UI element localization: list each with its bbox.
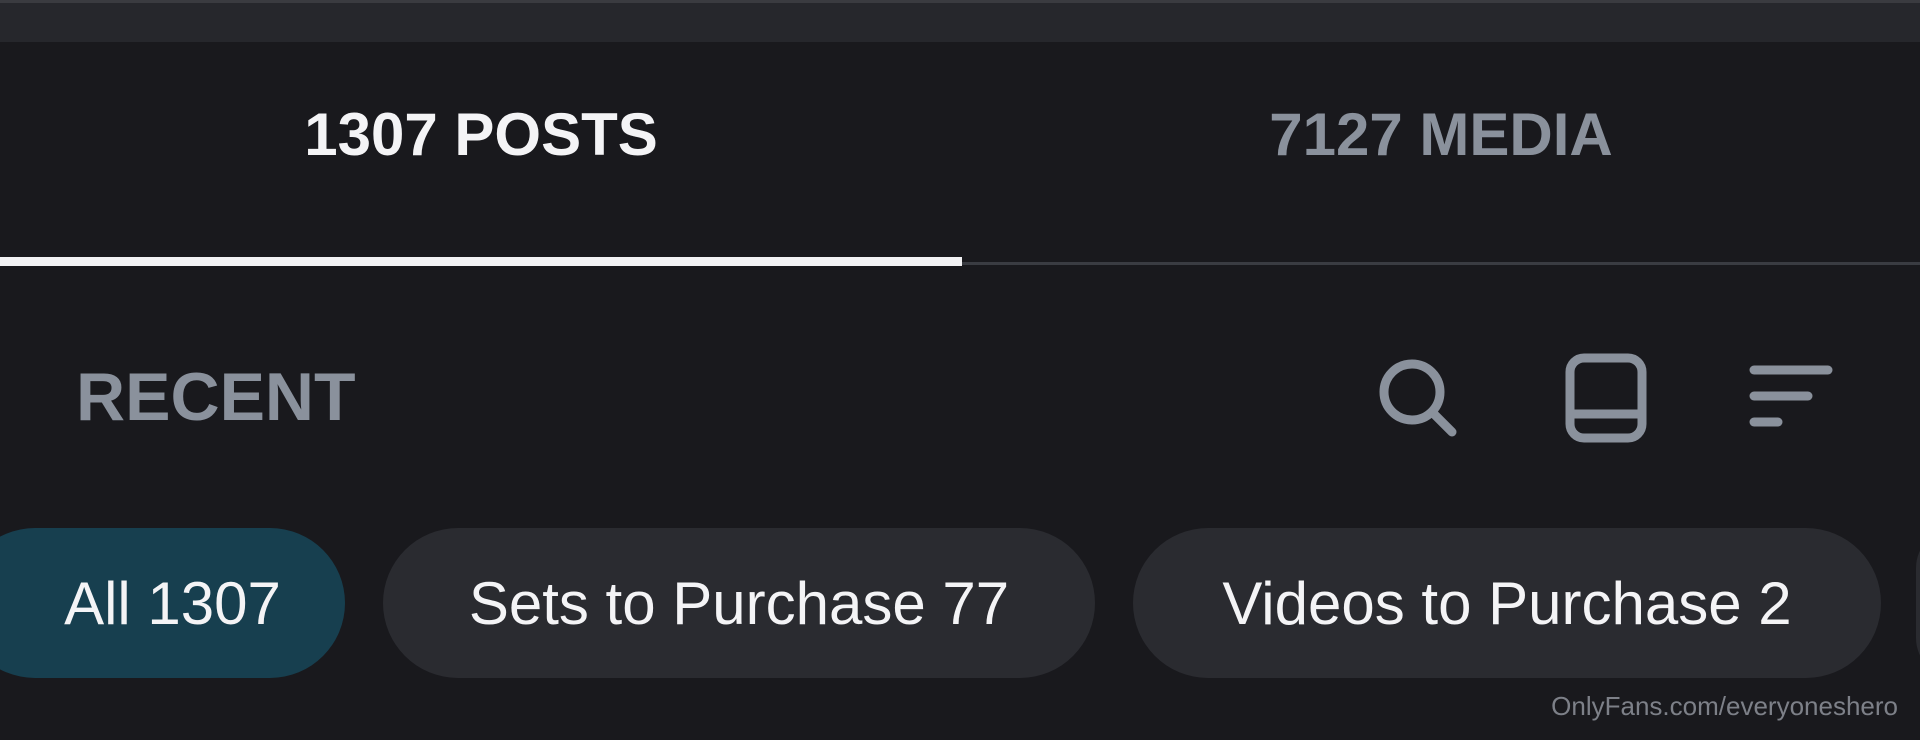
top-bar [0, 0, 1920, 42]
filter-chips: All 1307 Sets to Purchase 77 Videos to P… [0, 528, 1920, 678]
chip-all[interactable]: All 1307 [0, 528, 345, 678]
chip-videos-label: Videos to Purchase 2 [1222, 569, 1792, 637]
active-tab-indicator [0, 257, 962, 266]
search-icon [1379, 359, 1457, 437]
sort-toolbar: RECENT [0, 330, 1920, 460]
tab-posts[interactable]: 1307 POSTS [0, 42, 962, 262]
chip-all-label: All 1307 [64, 569, 281, 637]
tab-media-label: 7127 MEDIA [1269, 100, 1613, 168]
layout-icon [1565, 353, 1647, 443]
chip-sets-to-purchase[interactable]: Sets to Purchase 77 [383, 528, 1095, 678]
watermark: OnlyFans.com/everyoneshero [1551, 691, 1898, 721]
filter-button[interactable] [1742, 350, 1838, 446]
content-tabs: 1307 POSTS 7127 MEDIA [0, 42, 1920, 266]
chip-next-partial[interactable] [1916, 528, 1920, 678]
profile-content-page: 1307 POSTS 7127 MEDIA RECENT All 1307 Se… [0, 0, 1920, 740]
sort-order-label[interactable]: RECENT [76, 358, 356, 436]
layout-toggle-button[interactable] [1558, 350, 1654, 446]
filter-icon [1749, 365, 1833, 427]
tab-media[interactable]: 7127 MEDIA [962, 42, 1920, 262]
chip-sets-label: Sets to Purchase 77 [468, 569, 1010, 637]
search-button[interactable] [1370, 350, 1466, 446]
chip-videos-to-purchase[interactable]: Videos to Purchase 2 [1133, 528, 1881, 678]
tab-posts-label: 1307 POSTS [304, 100, 658, 168]
